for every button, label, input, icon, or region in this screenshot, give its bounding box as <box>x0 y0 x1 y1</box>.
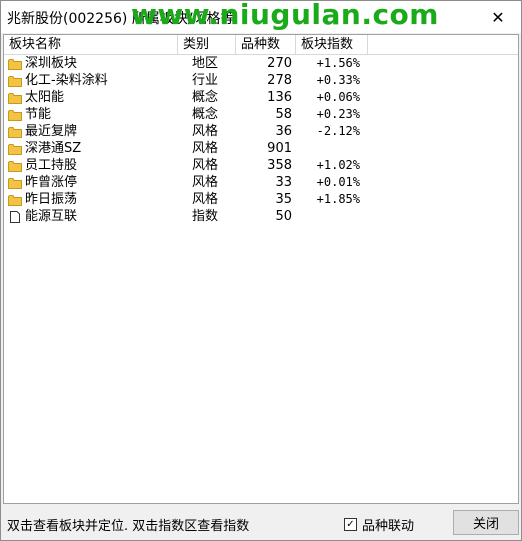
list-rows: 深圳板块 地区 270 +1.56% 化工-染料涂料 行业 278 +0.33% 太阳能 概念 13… <box>4 55 518 225</box>
folder-icon <box>8 58 22 70</box>
folder-icon <box>8 160 22 172</box>
row-count: 278 <box>267 73 292 88</box>
row-name-label: 节能 <box>25 107 52 122</box>
folder-icon <box>8 143 22 155</box>
row-name-label: 深港通SZ <box>25 141 82 156</box>
row-count: 58 <box>275 107 292 122</box>
row-index <box>302 208 360 225</box>
document-icon <box>8 210 22 223</box>
column-header-type[interactable]: 类别 <box>178 35 236 54</box>
linkage-checkbox[interactable]: ✓ <box>344 518 357 531</box>
row-name-label: 昨曾涨停 <box>25 175 78 190</box>
folder-icon <box>8 126 22 138</box>
row-type: 风格 <box>192 124 219 139</box>
row-name-label: 员工持股 <box>25 158 78 173</box>
dialog-window: 兆新股份(002256) 所属板块/风格等 www.niugulan.com ✕… <box>0 0 522 541</box>
table-row[interactable]: 太阳能 概念 136 +0.06% <box>4 89 518 106</box>
row-count: 358 <box>267 158 292 173</box>
row-type: 风格 <box>192 158 219 173</box>
checkmark-icon: ✓ <box>346 518 355 530</box>
row-index: +1.85% <box>316 192 360 206</box>
row-index: +1.56% <box>316 56 360 70</box>
row-name-label: 化工-染料涂料 <box>25 73 108 88</box>
row-type: 风格 <box>192 141 219 156</box>
row-name-label: 昨日振荡 <box>25 192 78 207</box>
row-index: +0.01% <box>316 175 360 189</box>
row-name-label: 深圳板块 <box>25 56 78 71</box>
row-name-label: 太阳能 <box>25 90 65 105</box>
row-name: 昨曾涨停 <box>8 174 77 191</box>
row-type: 概念 <box>192 90 219 105</box>
table-row[interactable]: 节能 概念 58 +0.23% <box>4 106 518 123</box>
window-title: 兆新股份(002256) 所属板块/风格等 <box>7 11 235 27</box>
sector-list[interactable]: 板块名称 类别 品种数 板块指数 深圳板块 地区 270 +1.56% 化工-染料涂料 行… <box>3 34 519 504</box>
folder-icon <box>8 75 22 87</box>
row-count: 33 <box>275 175 292 190</box>
close-icon: ✕ <box>491 7 505 27</box>
row-index: +0.23% <box>316 107 360 121</box>
close-window-button[interactable]: ✕ <box>475 1 521 33</box>
row-name: 深港通SZ <box>8 140 81 157</box>
folder-icon <box>8 109 22 121</box>
row-count: 50 <box>275 209 292 224</box>
folder-icon <box>8 194 22 206</box>
column-header-name[interactable]: 板块名称 <box>4 35 178 54</box>
column-header-index[interactable]: 板块指数 <box>296 35 368 54</box>
row-count: 901 <box>267 141 292 156</box>
folder-icon <box>8 177 22 189</box>
row-name: 太阳能 <box>8 89 64 106</box>
row-count: 35 <box>275 192 292 207</box>
table-row[interactable]: 昨日振荡 风格 35 +1.85% <box>4 191 518 208</box>
table-row[interactable]: 员工持股 风格 358 +1.02% <box>4 157 518 174</box>
row-index: -2.12% <box>316 124 360 138</box>
title-bar: 兆新股份(002256) 所属板块/风格等 www.niugulan.com ✕ <box>1 0 521 33</box>
row-name: 节能 <box>8 106 51 123</box>
close-button[interactable]: 关闭 <box>453 510 519 535</box>
row-count: 136 <box>267 90 292 105</box>
hint-text: 双击查看板块并定位. 双击指数区查看指数 <box>7 519 250 534</box>
table-row[interactable]: 化工-染料涂料 行业 278 +0.33% <box>4 72 518 89</box>
table-row[interactable]: 能源互联 指数 50 <box>4 208 518 225</box>
row-name: 能源互联 <box>8 208 77 225</box>
table-row[interactable]: 昨曾涨停 风格 33 +0.01% <box>4 174 518 191</box>
row-index: +1.02% <box>316 158 360 172</box>
row-name-label: 最近复牌 <box>25 124 78 139</box>
row-name: 深圳板块 <box>8 55 77 72</box>
table-row[interactable]: 深港通SZ 风格 901 <box>4 140 518 157</box>
row-count: 270 <box>267 56 292 71</box>
row-type: 风格 <box>192 192 219 207</box>
row-name: 最近复牌 <box>8 123 77 140</box>
row-index <box>302 140 360 157</box>
linkage-checkbox-group[interactable]: ✓ 品种联动 <box>344 515 414 534</box>
row-type: 概念 <box>192 107 219 122</box>
row-count: 36 <box>275 124 292 139</box>
linkage-checkbox-label: 品种联动 <box>362 519 415 534</box>
row-name: 化工-染料涂料 <box>8 72 108 89</box>
row-name: 员工持股 <box>8 157 77 174</box>
row-index: +0.06% <box>316 90 360 104</box>
folder-icon <box>8 92 22 104</box>
row-index: +0.33% <box>316 73 360 87</box>
row-type: 地区 <box>192 56 219 71</box>
column-header-count[interactable]: 品种数 <box>236 35 296 54</box>
list-header: 板块名称 类别 品种数 板块指数 <box>4 35 518 55</box>
row-name: 昨日振荡 <box>8 191 77 208</box>
table-row[interactable]: 深圳板块 地区 270 +1.56% <box>4 55 518 72</box>
table-row[interactable]: 最近复牌 风格 36 -2.12% <box>4 123 518 140</box>
row-type: 指数 <box>192 209 219 224</box>
row-type: 风格 <box>192 175 219 190</box>
row-type: 行业 <box>192 73 219 88</box>
row-name-label: 能源互联 <box>25 209 78 224</box>
